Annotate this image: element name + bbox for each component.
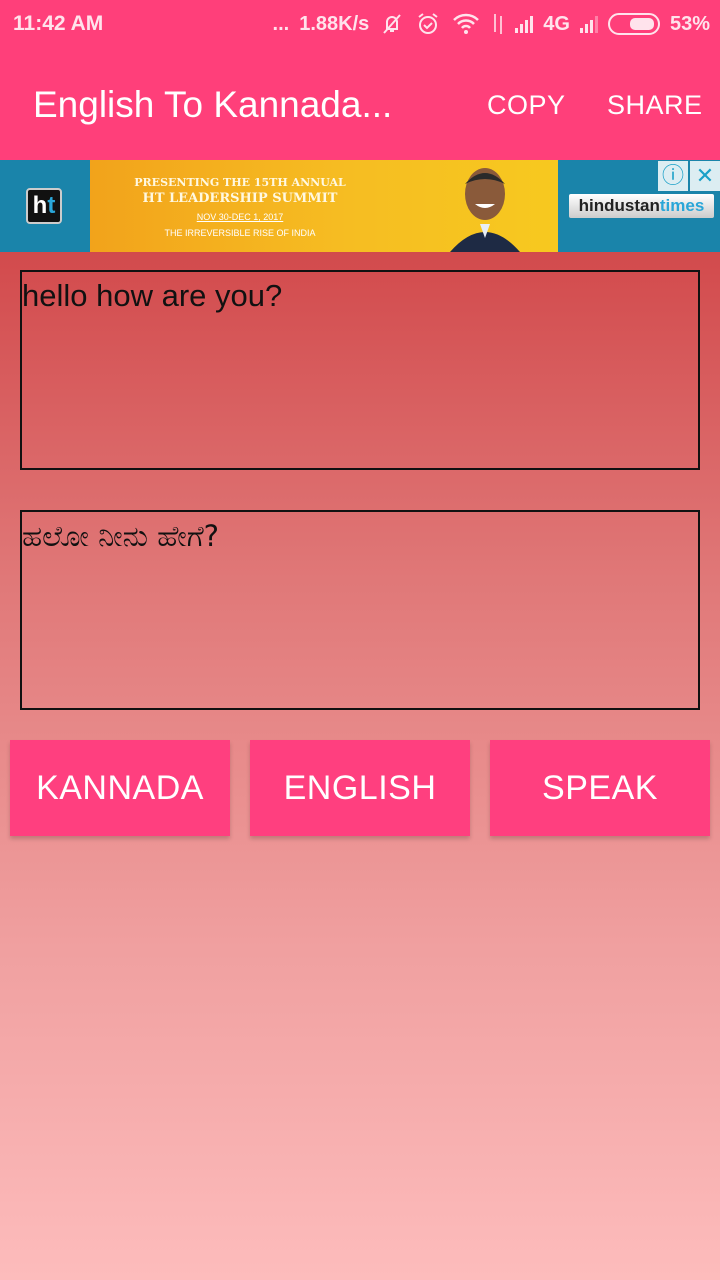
ad-line-3: NOV 30-DEC 1, 2017: [196, 212, 284, 222]
status-icons: ... 1.88K/s 4G 53%: [273, 10, 710, 38]
kannada-button[interactable]: KANNADA: [10, 740, 230, 836]
status-time: 11:42 AM: [13, 12, 104, 35]
brand-part-1: hindustan: [578, 196, 660, 215]
battery-icon: [607, 13, 660, 35]
ad-banner[interactable]: ht PRESENTING THE 15TH ANNUAL HT LEADERS…: [0, 160, 720, 252]
share-button[interactable]: SHARE: [607, 90, 703, 121]
ad-line-4: THE IRREVERSIBLE RISE OF INDIA: [164, 228, 316, 238]
brand-part-2: times: [659, 196, 705, 215]
ad-close-icon[interactable]: ✕: [690, 161, 720, 191]
battery-percent: 53%: [669, 12, 710, 35]
ad-info-icon[interactable]: ⓘ: [658, 161, 688, 191]
app-bar: English To Kannada... COPY SHARE: [0, 50, 720, 160]
network-speed: 1.88K/s: [299, 12, 370, 35]
hindustan-times-logo: hindustantimes: [569, 194, 714, 218]
alarm-icon: [415, 10, 441, 38]
translated-text-output[interactable]: ಹಲೋ ನೀನು ಹೇಗೆ?: [20, 510, 700, 710]
ht-logo: ht: [26, 188, 62, 224]
status-bar: 11:42 AM ... 1.88K/s 4G 53%: [0, 0, 720, 50]
ad-creative[interactable]: PRESENTING THE 15TH ANNUAL HT LEADERSHIP…: [90, 160, 558, 252]
vibrate-off-icon: [379, 10, 405, 38]
english-button[interactable]: ENGLISH: [250, 740, 470, 836]
data-transfer-icon: [491, 10, 505, 38]
signal-icon: [515, 15, 534, 33]
app-title: English To Kannada...: [33, 84, 393, 125]
ad-person-image: [450, 168, 520, 252]
ad-line-2: HT LEADERSHIP SUMMIT: [142, 191, 338, 206]
network-type: 4G: [543, 12, 570, 35]
signal-icon-2: [579, 15, 598, 33]
more-notifications-icon: ...: [272, 12, 290, 35]
wifi-icon: [451, 10, 481, 38]
copy-button[interactable]: COPY: [487, 90, 566, 121]
ad-line-1: PRESENTING THE 15TH ANNUAL: [134, 176, 346, 189]
speak-button[interactable]: SPEAK: [490, 740, 710, 836]
source-text-input[interactable]: hello how are you?: [20, 270, 700, 470]
